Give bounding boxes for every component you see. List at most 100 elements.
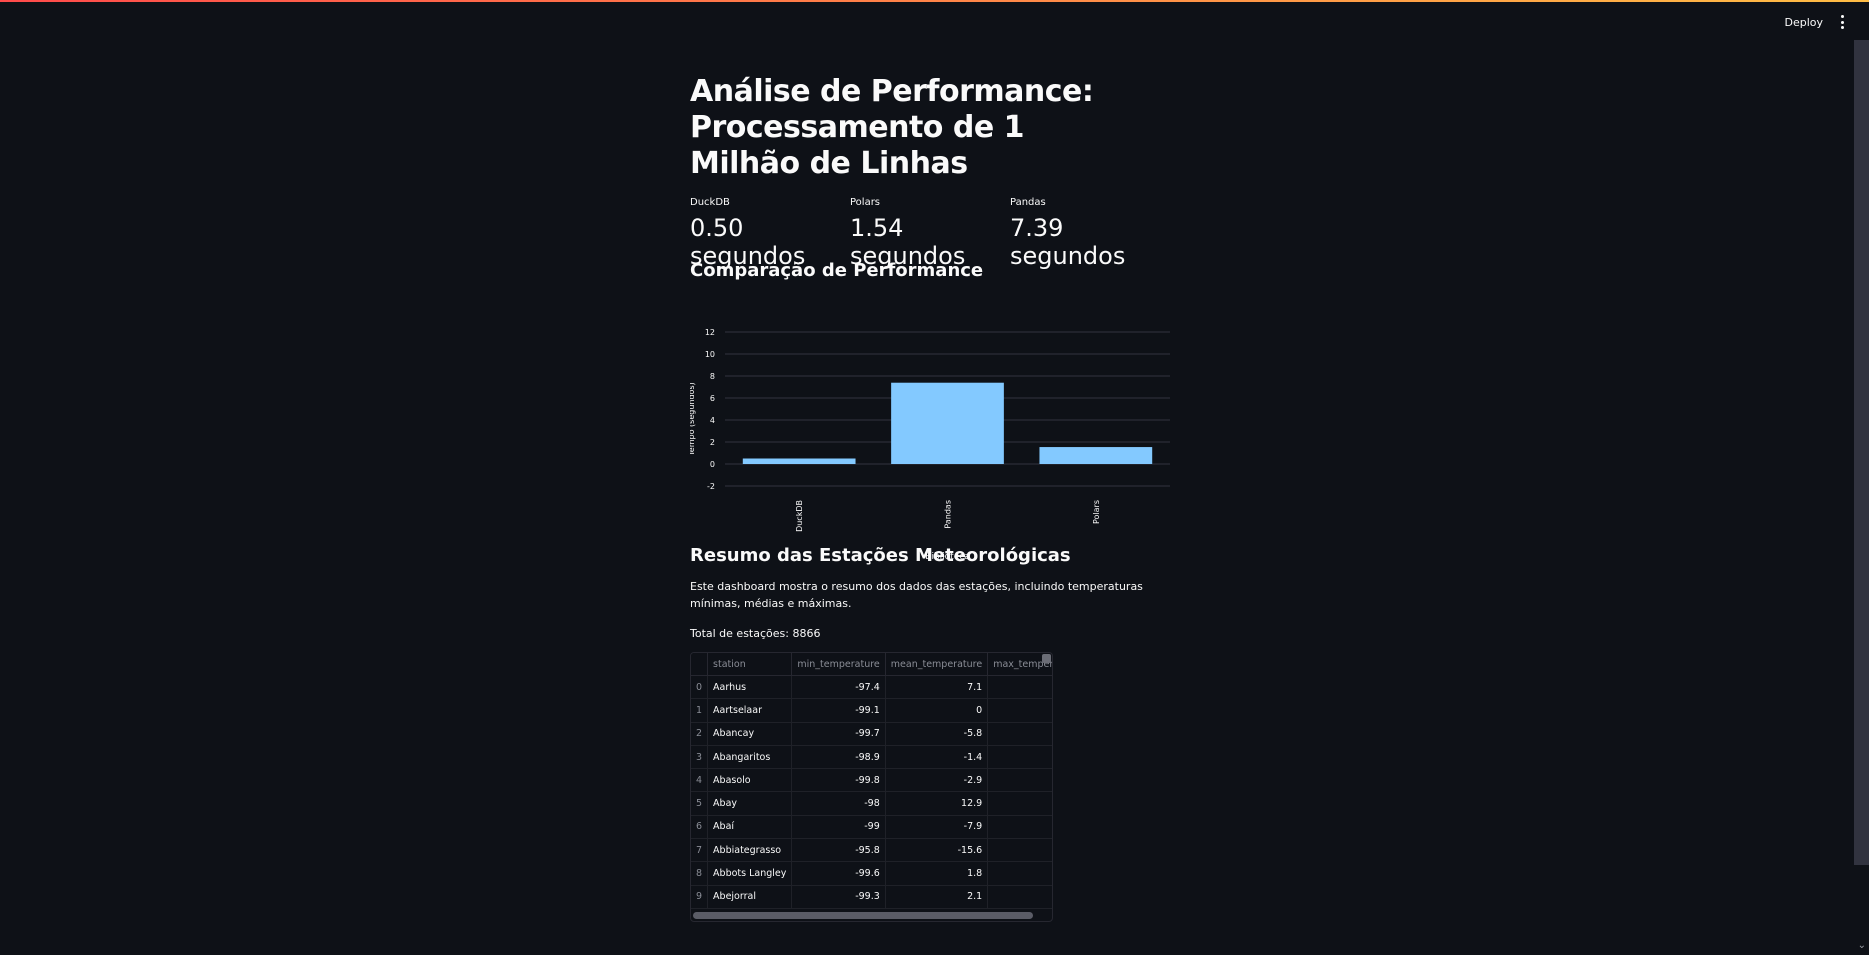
table-cell[interactable]: -7.9 [885,815,989,840]
row-index[interactable]: 5 [691,791,709,816]
table-cell[interactable]: 99.3 [987,722,1052,746]
kebab-menu-icon[interactable] [1837,15,1847,29]
column-header-station[interactable]: station [707,653,793,676]
table-cell[interactable]: 7.1 [885,675,989,700]
x-tick-label: Pandas [944,500,953,529]
table-cell[interactable]: 96.5 [987,745,1052,770]
bar-polars[interactable] [1039,447,1153,464]
table-cell[interactable]: 99.4 [987,861,1052,886]
table-cell[interactable]: -99.7 [791,722,886,746]
table-row[interactable]: 6Abaí-99-7.998.5 [691,815,1052,840]
y-tick-label: 12 [705,328,715,337]
x-tick-label: DuckDB [795,500,804,532]
row-index[interactable]: 0 [691,675,709,700]
row-index[interactable]: 4 [691,768,709,793]
table-cell[interactable]: -15.6 [885,838,989,863]
horizontal-scrollbar[interactable] [693,912,1033,919]
row-index[interactable]: 8 [691,861,709,886]
row-index[interactable]: 3 [691,745,709,770]
table-cell[interactable]: 99.8 [987,885,1052,909]
table-cell[interactable]: Abay [707,791,793,816]
table-cell[interactable]: Abasolo [707,768,793,793]
table-cell[interactable]: Aarhus [707,675,793,700]
table-cell[interactable]: Abbiategrasso [707,838,793,863]
table-cell[interactable]: -99.3 [791,885,886,909]
metric-label: DuckDB [690,197,730,208]
table-cell[interactable]: 0 [885,698,989,723]
stations-table: station min_temperature mean_temperature ma… [691,653,1052,909]
row-index[interactable]: 1 [691,698,709,723]
y-axis-label: Tempo (segundos) [690,382,696,456]
app-header: Deploy [0,2,1869,46]
metric-value: 7.39 segundos [1010,214,1126,270]
stations-dataframe[interactable]: station min_temperature mean_temperature ma… [690,652,1053,922]
table-cell[interactable]: -95.8 [791,838,886,863]
table-cell[interactable]: 98.5 [987,815,1052,840]
page-title: Análise de Performance: Processamento de… [690,74,1094,181]
table-cell[interactable]: 2.1 [885,885,989,909]
table-row[interactable]: 3Abangaritos-98.9-1.496.5 [691,745,1052,770]
scroll-down-icon[interactable]: ⌄ [1858,940,1866,951]
summary-section-title: Resumo das Estações Meteorológicas [690,545,1071,566]
table-cell[interactable]: -99 [791,815,886,840]
table-cell[interactable]: Abancay [707,722,793,746]
table-cell[interactable]: 99.8 [987,768,1052,793]
table-cell[interactable]: 94 [987,838,1052,863]
vertical-scrollbar[interactable] [1854,40,1869,865]
y-tick-label: 8 [710,372,715,381]
index-header[interactable] [691,653,709,676]
table-cell[interactable]: -99.8 [791,768,886,793]
table-row[interactable]: 0Aarhus-97.47.197.4 [691,675,1052,700]
column-header-mean-temperature[interactable]: mean_temperature [885,653,989,676]
y-tick-label: 6 [710,394,715,403]
table-row[interactable]: 5Abay-9812.997.8 [691,791,1052,816]
y-tick-label: 2 [710,438,715,447]
y-tick-label: 0 [710,460,715,469]
table-cell[interactable]: 12.9 [885,791,989,816]
table-row[interactable]: 4Abasolo-99.8-2.999.8 [691,768,1052,793]
table-row[interactable]: 2Abancay-99.7-5.899.3 [691,722,1052,746]
table-cell[interactable]: -98.9 [791,745,886,770]
table-cell[interactable]: Abbots Langley [707,861,793,886]
table-header-row: station min_temperature mean_temperature ma… [691,653,1052,676]
x-tick-label: Polars [1092,500,1101,524]
table-cell[interactable]: -99.6 [791,861,886,886]
chart-section-title: Comparação de Performance [690,260,984,281]
main-content: Análise de Performance: Processamento de… [690,74,1170,922]
table-row[interactable]: 1Aartselaar-99.1099.4 [691,698,1052,723]
table-cell[interactable]: -5.8 [885,722,989,746]
table-cell[interactable]: Abaí [707,815,793,840]
table-cell[interactable]: 97.8 [987,791,1052,816]
bar-pandas[interactable] [891,382,1004,464]
table-toolbar-icon[interactable] [1042,654,1051,663]
table-cell[interactable]: -2.9 [885,768,989,793]
table-cell[interactable]: Abejorral [707,885,793,909]
y-tick-label: 10 [705,350,715,359]
table-row[interactable]: 9Abejorral-99.32.199.8 [691,885,1052,909]
bar-duckdb[interactable] [742,458,856,465]
table-cell[interactable]: 97.4 [987,675,1052,700]
table-cell[interactable]: Aartselaar [707,698,793,723]
table-cell[interactable]: 99.4 [987,698,1052,723]
total-stations-text: Total de estações: 8866 [690,627,821,640]
row-index[interactable]: 2 [691,722,709,746]
table-cell[interactable]: 1.8 [885,861,989,886]
table-cell[interactable]: -97.4 [791,675,886,700]
metric-pandas: Pandas 7.39 segundos [1010,197,1170,270]
table-cell[interactable]: -99.1 [791,698,886,723]
table-cell[interactable]: Abangaritos [707,745,793,770]
table-row[interactable]: 8Abbots Langley-99.61.899.4 [691,861,1052,886]
row-index[interactable]: 7 [691,838,709,863]
row-index[interactable]: 9 [691,885,709,909]
y-tick-label: 4 [710,416,715,425]
table-row[interactable]: 7Abbiategrasso-95.8-15.694 [691,838,1052,863]
table-cell[interactable]: -1.4 [885,745,989,770]
y-tick-label: -2 [707,482,715,491]
metric-label: Polars [850,197,881,208]
summary-description: Este dashboard mostra o resumo dos dados… [690,580,1143,610]
row-index[interactable]: 6 [691,815,709,840]
metric-label: Pandas [1010,197,1046,208]
table-cell[interactable]: -98 [791,791,886,816]
deploy-button[interactable]: Deploy [1784,16,1823,29]
column-header-min-temperature[interactable]: min_temperature [791,653,886,676]
